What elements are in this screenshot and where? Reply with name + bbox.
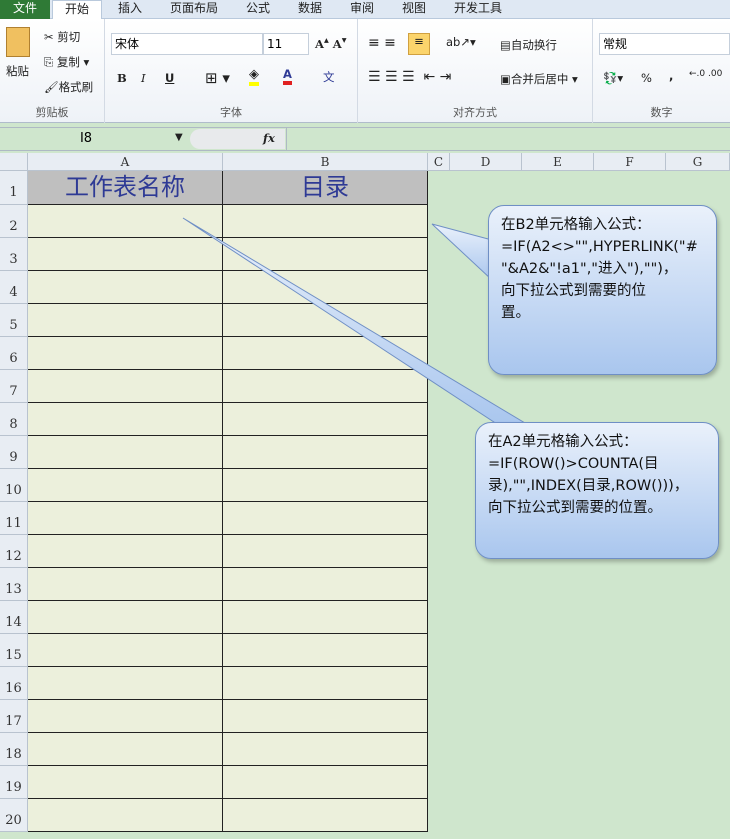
callout-pointer-b2 [431,223,493,282]
callout-pointers [182,217,532,427]
callout-b2-formula: 在B2单元格输入公式： =IF(A2<>"",HYPERLINK("# "&A2… [488,205,717,375]
callout-a2-formula: 在A2单元格输入公式： =IF(ROW()>COUNTA(目 录),"",IND… [475,422,719,559]
